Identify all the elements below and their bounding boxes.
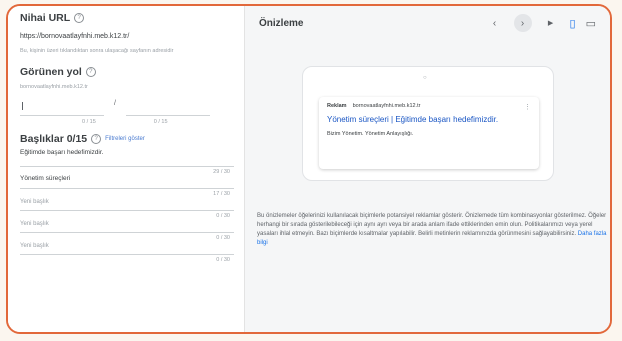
path2-counter: 0 / 15	[153, 119, 168, 125]
path-separator: /	[114, 100, 116, 107]
ad-headline[interactable]: Yönetim süreçleri | Eğitimde başarı hede…	[327, 115, 531, 125]
ad-header: Reklam bornovaatlayfnhi.meb.k12.tr ⋮	[327, 103, 531, 111]
desktop-icon[interactable]: ▭	[586, 17, 596, 30]
help-icon[interactable]: ?	[91, 134, 102, 144]
prev-icon[interactable]: ‹	[486, 14, 504, 32]
path1-counter: 0 / 15	[82, 119, 96, 125]
next-icon[interactable]: ›	[513, 14, 532, 32]
ad-description: Bizim Yönetim. Yönetim Anlayışlığı.	[327, 131, 414, 137]
path2-input[interactable]	[125, 96, 210, 116]
editor-panel: Nihai URL ? https://bornovaatlayfnhi.meb…	[8, 6, 244, 332]
headline-field-1[interactable]: Eğitimde başarı hedefimizdir.	[20, 145, 234, 167]
ad-preview: Reklam bornovaatlayfnhi.meb.k12.tr ⋮ Yön…	[319, 97, 539, 169]
preview-disclaimer: Bu önizlemeler öğelerinizi kullanılacak …	[257, 213, 607, 246]
ad-badge: Reklam	[327, 103, 347, 109]
help-icon[interactable]: ?	[74, 13, 85, 23]
preview-nav: ‹ › ▶ ▯ ▭	[486, 14, 596, 32]
display-path-title: Görünen yol ?	[20, 66, 234, 78]
more-icon[interactable]: ⋮	[524, 103, 531, 111]
headline-field-2[interactable]: 29 / 30 Yönetim süreçleri	[20, 167, 234, 189]
display-path-inputs: /	[20, 96, 234, 116]
ad-domain: bornovaatlayfnhi.meb.k12.tr	[352, 103, 421, 109]
headline-field-5[interactable]: 0 / 30 Yeni başlık	[20, 233, 234, 255]
mobile-icon[interactable]: ▯	[570, 17, 576, 30]
show-filters-link[interactable]: Filtreleri göster	[105, 136, 145, 142]
phone-speaker-icon: ○	[423, 75, 427, 81]
headline-field-3[interactable]: 17 / 30 Yeni başlık	[20, 189, 234, 211]
phone-preview-card: ○ Reklam bornovaatlayfnhi.meb.k12.tr ⋮ Y…	[302, 66, 554, 181]
path1-input[interactable]	[20, 96, 104, 116]
preview-panel: Önizleme ‹ › ▶ ▯ ▭ ○ Reklam bornovaatlay…	[245, 6, 610, 332]
preview-title: Önizleme	[259, 18, 304, 29]
help-icon[interactable]: ?	[85, 67, 96, 77]
headlines-title: Başlıklar 0/15 ? Filtreleri göster	[20, 133, 145, 145]
final-url-hint: Bu, kişinin üzeri tıklandıktan sonra ula…	[20, 48, 174, 54]
display-path-domain: bornovaatlayfnhi.meb.k12.tr	[20, 84, 88, 90]
ad-editor-frame: Nihai URL ? https://bornovaatlayfnhi.meb…	[6, 4, 612, 334]
play-icon[interactable]: ▶	[542, 14, 560, 32]
headline-field-4[interactable]: 0 / 30 Yeni başlık	[20, 211, 234, 233]
path-counters: 0 / 15 0 / 15	[82, 119, 234, 125]
headline-field-5-counter: 0 / 30	[216, 257, 230, 263]
final-url-title: Nihai URL ?	[20, 12, 234, 24]
final-url-field[interactable]: https://bornovaatlayfnhi.meb.k12.tr/	[20, 33, 234, 40]
